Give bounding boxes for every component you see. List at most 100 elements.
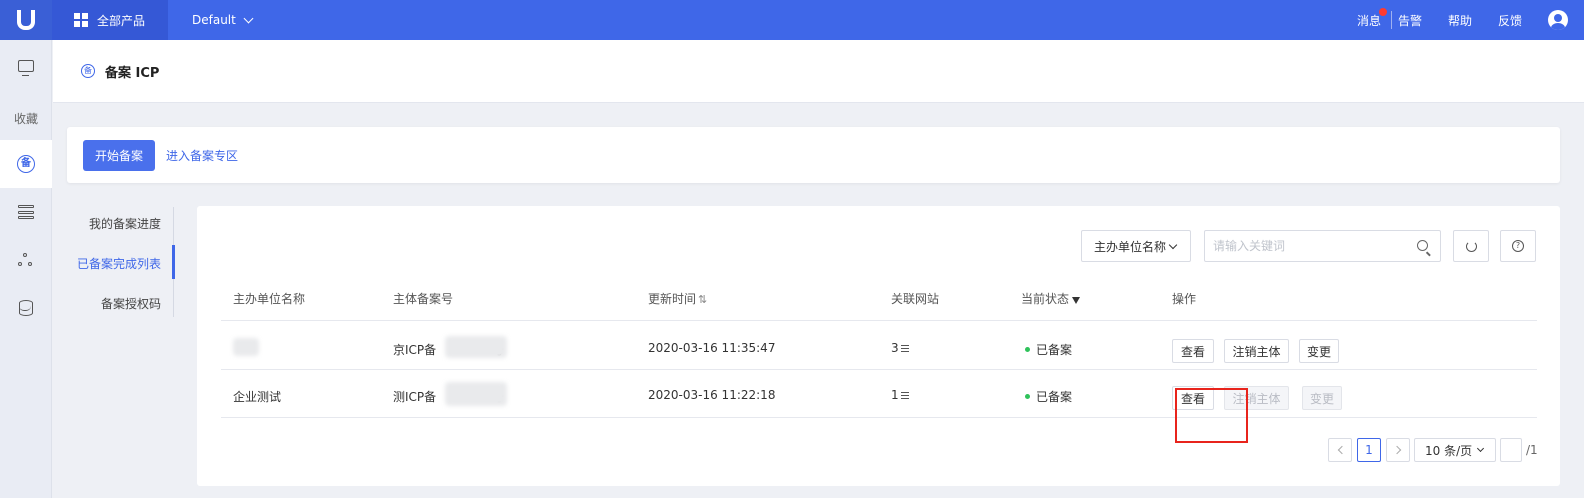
side-nav: 收藏 备 (0, 40, 52, 498)
chevron-down-icon (1168, 240, 1178, 250)
subnav-progress[interactable]: 我的备案进度 (89, 215, 161, 232)
next-page-button[interactable] (1386, 438, 1410, 462)
cell-updated: 2020-03-16 11:35:47 (648, 341, 776, 355)
cell-status: 已备案 (1025, 388, 1072, 405)
layers-icon (18, 205, 34, 219)
refresh-icon (1465, 240, 1477, 252)
status-dot (1025, 394, 1030, 399)
nav-network[interactable] (0, 236, 52, 284)
cell-sites[interactable]: 3 (891, 341, 909, 355)
cell-sites[interactable]: 1 (891, 388, 909, 402)
page-size-value: 10 条/页 (1425, 443, 1473, 458)
chevron-right-icon (1392, 445, 1401, 455)
redacted-record (445, 336, 507, 358)
sub-nav: 我的备案进度 已备案完成列表 备案授权码 (67, 207, 175, 317)
nav-monitor[interactable] (0, 42, 52, 90)
search-input[interactable] (1205, 231, 1405, 261)
redacted-org (233, 338, 259, 356)
cancel-entity-button[interactable]: 注销主体 (1224, 339, 1289, 363)
alerts-link[interactable]: 告警 (1398, 12, 1422, 29)
col-header-status-label: 当前状态 (1021, 292, 1070, 306)
page-total: /1 (1526, 443, 1538, 457)
search-icon[interactable] (1417, 240, 1428, 251)
col-header-actions: 操作 (1172, 292, 1197, 306)
filter-field-select[interactable]: 主办单位名称 (1081, 230, 1191, 262)
status-label: 已备案 (1036, 390, 1073, 404)
pagination: 1 10 条/页 /1 (197, 438, 1560, 462)
monitor-icon (18, 60, 34, 76)
all-products-label: 全部产品 (97, 13, 146, 28)
list-icon (900, 345, 909, 352)
icp-icon: 备 (17, 155, 35, 173)
prev-page-button[interactable] (1328, 438, 1352, 462)
grid-icon (74, 13, 88, 27)
records-panel: 主办单位名称 ? 主办单位名称 主体备案号 更新时间⇅ 关联网站 当前状态 操作… (197, 206, 1560, 486)
messages-label: 消息 (1356, 13, 1381, 28)
subnav-completed[interactable]: 已备案完成列表 (77, 255, 161, 272)
project-selector[interactable]: Default (192, 0, 254, 40)
refresh-button[interactable] (1453, 230, 1489, 262)
cell-updated: 2020-03-16 11:22:18 (648, 388, 776, 402)
change-button[interactable]: 变更 (1299, 339, 1339, 363)
status-label: 已备案 (1036, 343, 1073, 357)
help-button[interactable]: ? (1500, 230, 1536, 262)
page-title: 备案 ICP (105, 65, 160, 81)
col-header-org: 主办单位名称 (233, 292, 306, 306)
subnav-auth-code[interactable]: 备案授权码 (101, 295, 161, 312)
project-name: Default (192, 13, 236, 27)
cell-status: 已备案 (1025, 341, 1072, 358)
cell-org: 企业测试 (233, 390, 282, 404)
record-prefix: 京ICP备 (393, 343, 437, 357)
action-card: 开始备案 进入备案专区 (67, 127, 1560, 183)
nav-icp[interactable]: 备 (0, 140, 52, 188)
chevron-down-icon (243, 13, 254, 23)
col-header-record: 主体备案号 (393, 292, 454, 306)
page-header: 备 备案 ICP (53, 40, 1584, 103)
active-indicator (172, 245, 175, 279)
unread-dot (1378, 7, 1387, 16)
divider (1390, 11, 1392, 29)
redacted-record (445, 382, 507, 406)
row-divider (221, 417, 1537, 418)
favorites-label: 收藏 (13, 111, 38, 126)
page-jump-input[interactable] (1500, 438, 1522, 462)
chevron-left-icon (1337, 445, 1346, 455)
col-header-updated[interactable]: 更新时间 ⇅ (648, 290, 707, 307)
search-box (1204, 230, 1441, 262)
record-prefix: 测ICP备 (393, 390, 437, 404)
filter-triangle-icon (1072, 297, 1081, 304)
chevron-down-icon (1476, 444, 1485, 453)
sites-count: 3 (891, 341, 899, 355)
help-link[interactable]: 帮助 (1448, 12, 1472, 29)
user-avatar[interactable] (1548, 10, 1568, 30)
filter-field-value: 主办单位名称 (1094, 239, 1167, 254)
messages-link[interactable]: 消息 (1356, 7, 1387, 29)
org-tree-icon (18, 253, 34, 267)
all-products-button[interactable]: 全部产品 (52, 0, 168, 40)
top-bar: 全部产品 Default 消息 告警 帮助 反馈 (0, 0, 1584, 40)
page-size-select[interactable]: 10 条/页 (1414, 438, 1496, 462)
view-button[interactable]: 查看 (1172, 339, 1214, 363)
logo-u-icon (17, 10, 35, 30)
change-button-disabled: 变更 (1302, 386, 1342, 410)
col-header-status[interactable]: 当前状态 (1021, 290, 1081, 307)
nav-database[interactable] (0, 284, 52, 332)
nav-favorites[interactable]: 收藏 (0, 94, 52, 142)
sites-count: 1 (891, 388, 899, 402)
list-icon (900, 392, 909, 399)
page-1-button[interactable]: 1 (1357, 438, 1381, 462)
start-filing-button[interactable]: 开始备案 (83, 140, 155, 171)
icp-icon: 备 (81, 64, 95, 78)
col-header-updated-label: 更新时间 (648, 292, 697, 306)
help-icon: ? (1512, 240, 1524, 252)
feedback-link[interactable]: 反馈 (1498, 12, 1522, 29)
filing-zone-link[interactable]: 进入备案专区 (166, 147, 238, 164)
highlight-box (1175, 388, 1248, 443)
logo[interactable] (0, 0, 52, 40)
database-icon (19, 300, 33, 316)
nav-storage[interactable] (0, 188, 52, 236)
header-divider (221, 320, 1537, 321)
col-header-sites: 关联网站 (891, 292, 940, 306)
sort-icon: ⇅ (698, 293, 708, 306)
status-dot (1025, 347, 1030, 352)
